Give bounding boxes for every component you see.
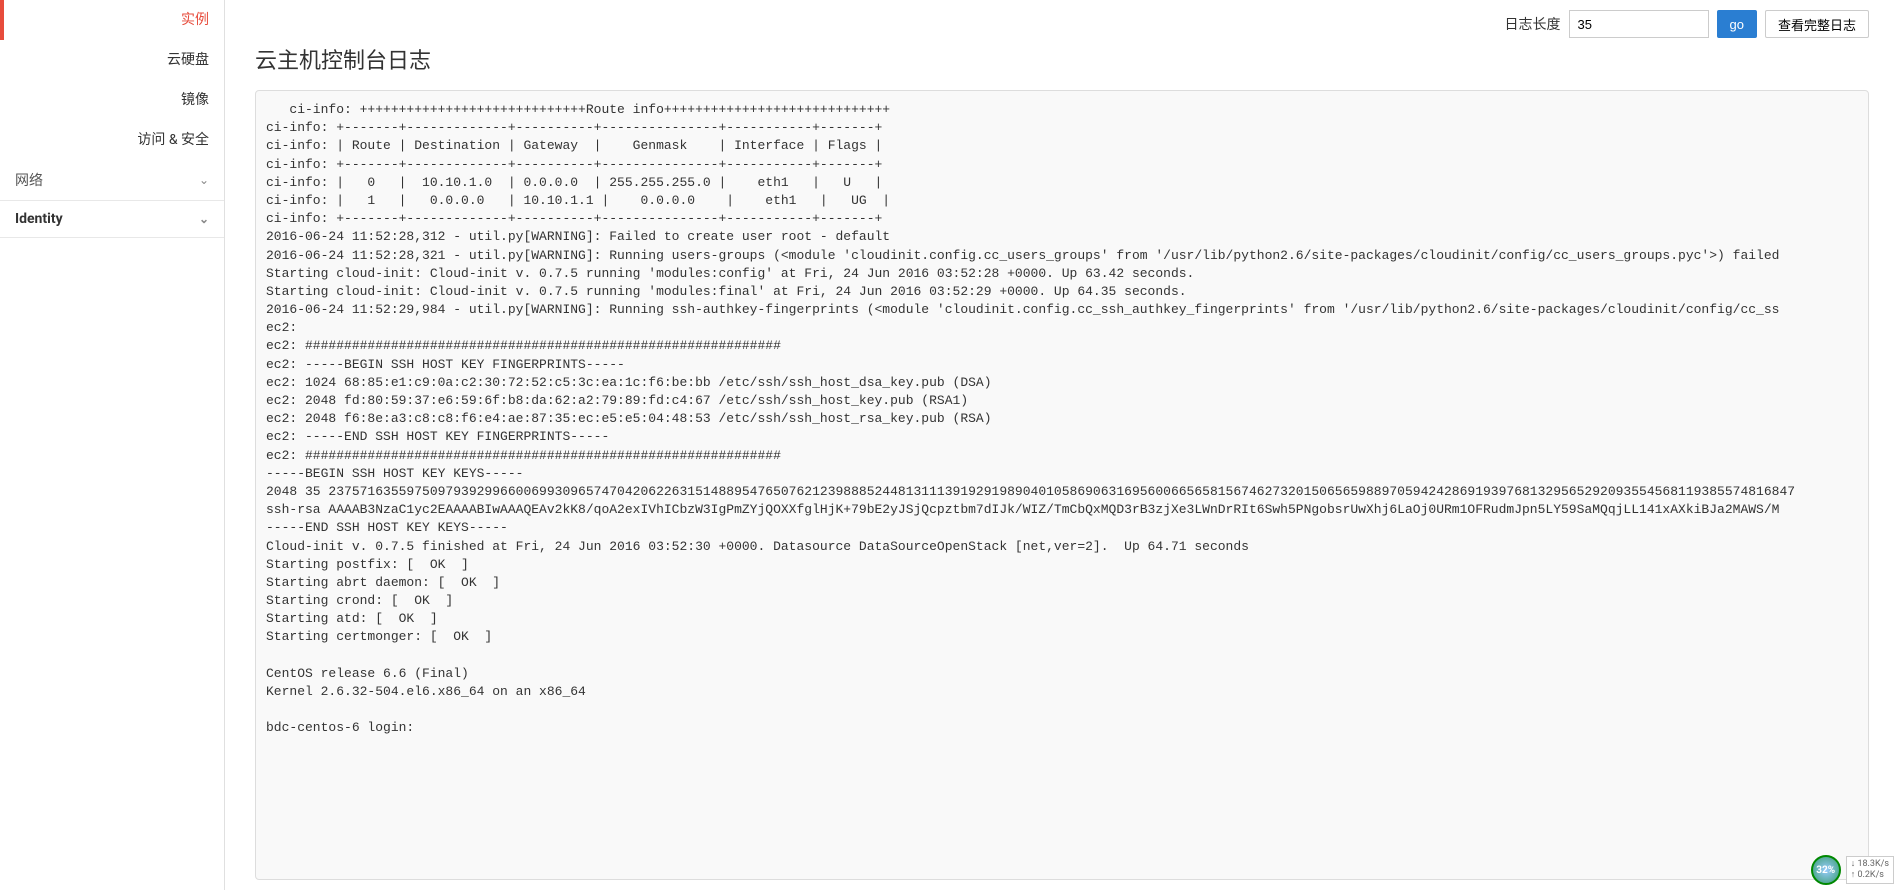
sidebar-item-instances[interactable]: 实例 [0,0,224,40]
log-length-label: 日志长度 [1505,14,1561,34]
sidebar-item-images[interactable]: 镜像 [0,80,224,120]
network-speed-widget: 32% ↓ 18.3K/s ↑ 0.2K/s [1811,855,1894,885]
speed-text: ↓ 18.3K/s ↑ 0.2K/s [1846,856,1894,884]
log-panel[interactable]: ci-info: +++++++++++++++++++++++++++++Ro… [255,90,1869,880]
chevron-down-icon: ⌄ [199,212,209,226]
chevron-down-icon: ⌄ [199,173,209,187]
sidebar-item-access-security[interactable]: 访问 & 安全 [0,120,224,160]
upload-speed: ↑ 0.2K/s [1851,870,1889,881]
sidebar-item-volumes[interactable]: 云硬盘 [0,40,224,80]
download-speed: ↓ 18.3K/s [1851,859,1889,870]
main-content: 日志长度 go 查看完整日志 云主机控制台日志 ci-info: +++++++… [225,0,1899,890]
sidebar-section-label: Identity [15,211,63,227]
view-full-log-button[interactable]: 查看完整日志 [1765,10,1869,38]
log-length-input[interactable] [1569,10,1709,38]
sidebar-section-identity[interactable]: Identity ⌄ [0,201,224,238]
speed-badge: 32% [1811,855,1841,885]
sidebar-section-network[interactable]: 网络 ⌄ [0,160,224,201]
log-content: ci-info: +++++++++++++++++++++++++++++Ro… [266,101,1858,738]
go-button[interactable]: go [1717,10,1757,38]
sidebar-section-label: 网络 [15,170,43,190]
page-title: 云主机控制台日志 [255,43,1869,75]
toolbar: 日志长度 go 查看完整日志 [255,10,1869,38]
sidebar: 实例 云硬盘 镜像 访问 & 安全 网络 ⌄ Identity ⌄ [0,0,225,890]
